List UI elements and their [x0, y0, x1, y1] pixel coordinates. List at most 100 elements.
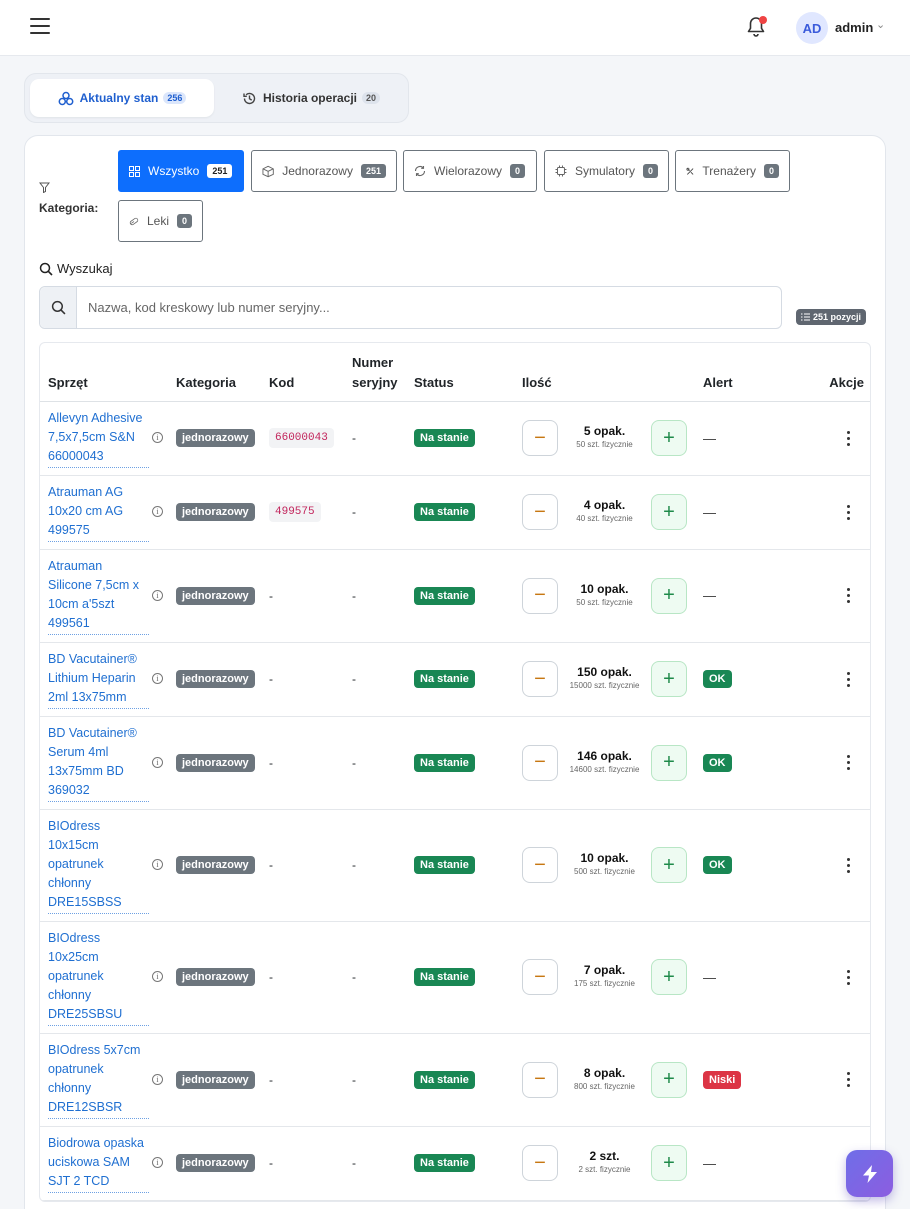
quantity-main: 10 opak.: [580, 851, 629, 865]
item-name-link[interactable]: Allevyn Adhesive 7,5x7,5cm S&N 66000043: [48, 409, 149, 468]
boxes-icon: [58, 91, 74, 105]
quantity-physical: 40 szt. fizycznie: [576, 514, 633, 523]
decrease-button[interactable]: −: [522, 847, 558, 883]
table-row[interactable]: BIOdress 5x7cm opatrunek chłonny DRE12SB…: [40, 1033, 870, 1127]
info-icon[interactable]: i: [152, 506, 163, 517]
item-name-link[interactable]: BIOdress 10x25cm opatrunek chłonny DRE25…: [48, 929, 149, 1026]
decrease-button[interactable]: −: [522, 744, 558, 781]
cell-name: BD Vacutainer® Serum 4ml 13x75mm BD 3690…: [40, 716, 168, 810]
header-alert[interactable]: Alert: [695, 343, 775, 402]
status-badge: Na stanie: [414, 429, 475, 447]
cell-alert: —: [695, 401, 775, 476]
more-actions-icon[interactable]: [842, 587, 854, 605]
header-serial[interactable]: Numer seryjny: [344, 343, 406, 402]
category-badge: jednorazowy: [176, 1070, 255, 1089]
decrease-button[interactable]: −: [522, 959, 558, 995]
header-qty[interactable]: Ilość: [514, 343, 695, 402]
info-icon[interactable]: i: [152, 859, 163, 870]
filter-chip-drugs[interactable]: Leki 0: [118, 200, 203, 242]
increase-button[interactable]: +: [651, 494, 687, 530]
decrease-button[interactable]: −: [522, 494, 558, 530]
search-input[interactable]: [77, 287, 781, 328]
decrease-button[interactable]: −: [522, 1061, 558, 1098]
header-name[interactable]: Sprzęt: [40, 343, 168, 402]
header-category[interactable]: Kategoria: [168, 343, 261, 402]
item-name-link[interactable]: Biodrowa opaska uciskowa SAM SJT 2 TCD: [48, 1134, 149, 1193]
table-row[interactable]: Atrauman Silicone 7,5cm x 10cm a'5szt 49…: [40, 549, 870, 643]
cell-serial: -: [344, 1126, 406, 1201]
info-icon[interactable]: i: [152, 432, 163, 443]
more-actions-icon[interactable]: [842, 856, 854, 874]
info-icon[interactable]: i: [152, 1073, 163, 1085]
tab-current-stock[interactable]: Aktualny stan 256: [30, 79, 214, 117]
item-name-link[interactable]: BD Vacutainer® Lithium Heparin 2ml 13x75…: [48, 650, 149, 709]
info-icon[interactable]: i: [152, 756, 163, 768]
cell-code: -: [261, 921, 344, 1034]
more-actions-icon[interactable]: [842, 429, 854, 447]
increase-button[interactable]: +: [651, 1061, 687, 1098]
item-name-link[interactable]: Atrauman AG 10x20 cm AG 499575: [48, 483, 149, 542]
table-row[interactable]: Biodrowa opaska uciskowa SAM SJT 2 TCD i…: [40, 1126, 870, 1201]
status-badge: Na stanie: [414, 503, 475, 521]
increase-button[interactable]: +: [651, 577, 687, 614]
table-row[interactable]: BIOdress 10x25cm opatrunek chłonny DRE25…: [40, 921, 870, 1034]
filter-chip-disposable[interactable]: Jednorazowy 251: [251, 150, 397, 192]
cell-status: Na stanie: [406, 809, 514, 922]
item-name-link[interactable]: BIOdress 5x7cm opatrunek chłonny DRE12SB…: [48, 1041, 149, 1119]
increase-button[interactable]: +: [651, 420, 687, 456]
cell-alert: Niski: [695, 1033, 775, 1127]
more-actions-icon[interactable]: [842, 968, 854, 986]
header-code[interactable]: Kod: [261, 343, 344, 402]
quantity-value: 2 szt. 2 szt. fizycznie: [558, 1150, 651, 1176]
cell-serial: -: [344, 716, 406, 810]
user-name[interactable]: admin: [835, 20, 873, 35]
increase-button[interactable]: +: [651, 847, 687, 883]
item-name-link[interactable]: BIOdress 10x15cm opatrunek chłonny DRE15…: [48, 817, 149, 914]
alert-badge: OK: [703, 856, 732, 874]
chip-label: Jednorazowy: [282, 164, 353, 178]
info-icon[interactable]: i: [152, 1157, 163, 1168]
filter-chip-all[interactable]: Wszystko 251: [118, 150, 244, 192]
status-badge: Na stanie: [414, 1154, 475, 1172]
info-icon[interactable]: i: [152, 971, 163, 982]
table-row[interactable]: Atrauman AG 10x20 cm AG 499575 i jednora…: [40, 475, 870, 550]
quick-action-button[interactable]: [846, 1150, 893, 1197]
cell-qty: − 10 opak. 50 szt. fizycznie +: [514, 549, 695, 643]
cell-status: Na stanie: [406, 1126, 514, 1201]
lightning-icon: [862, 1164, 877, 1183]
more-actions-icon[interactable]: [842, 670, 854, 688]
cell-code: -: [261, 809, 344, 922]
category-badge: jednorazowy: [176, 968, 255, 986]
chevron-down-icon[interactable]: ⌄: [876, 18, 885, 31]
table-row[interactable]: BD Vacutainer® Serum 4ml 13x75mm BD 3690…: [40, 716, 870, 810]
filter-chip-reusable[interactable]: Wielorazowy 0: [403, 150, 537, 192]
decrease-button[interactable]: −: [522, 420, 558, 456]
decrease-button[interactable]: −: [522, 1145, 558, 1181]
tab-history[interactable]: Historia operacji 20: [219, 79, 403, 117]
increase-button[interactable]: +: [651, 959, 687, 995]
table-row[interactable]: Allevyn Adhesive 7,5x7,5cm S&N 66000043 …: [40, 401, 870, 476]
table-row[interactable]: BD Vacutainer® Lithium Heparin 2ml 13x75…: [40, 642, 870, 717]
item-name-link[interactable]: BD Vacutainer® Serum 4ml 13x75mm BD 3690…: [48, 724, 149, 802]
increase-button[interactable]: +: [651, 744, 687, 781]
decrease-button[interactable]: −: [522, 577, 558, 614]
table-row[interactable]: BIOdress 10x15cm opatrunek chłonny DRE15…: [40, 809, 870, 922]
info-icon[interactable]: i: [152, 589, 163, 601]
item-name-link[interactable]: Atrauman Silicone 7,5cm x 10cm a'5szt 49…: [48, 557, 149, 635]
cell-alert: —: [695, 549, 775, 643]
decrease-button[interactable]: −: [522, 661, 558, 697]
notification-bell-icon[interactable]: [744, 14, 768, 40]
menu-icon[interactable]: [30, 18, 50, 36]
more-actions-icon[interactable]: [842, 503, 854, 521]
info-icon[interactable]: i: [152, 673, 163, 684]
avatar[interactable]: AD: [796, 12, 828, 44]
increase-button[interactable]: +: [651, 661, 687, 697]
header-status[interactable]: Status: [406, 343, 514, 402]
increase-button[interactable]: +: [651, 1145, 687, 1181]
more-actions-icon[interactable]: [842, 754, 854, 772]
more-actions-icon[interactable]: [842, 1071, 854, 1089]
filter-chip-simulators[interactable]: Symulatory 0: [544, 150, 669, 192]
category-label: Kategoria:: [39, 201, 99, 215]
filter-chip-trainers[interactable]: Trenażery 0: [675, 150, 790, 192]
header-actions: Akcje: [775, 343, 870, 402]
